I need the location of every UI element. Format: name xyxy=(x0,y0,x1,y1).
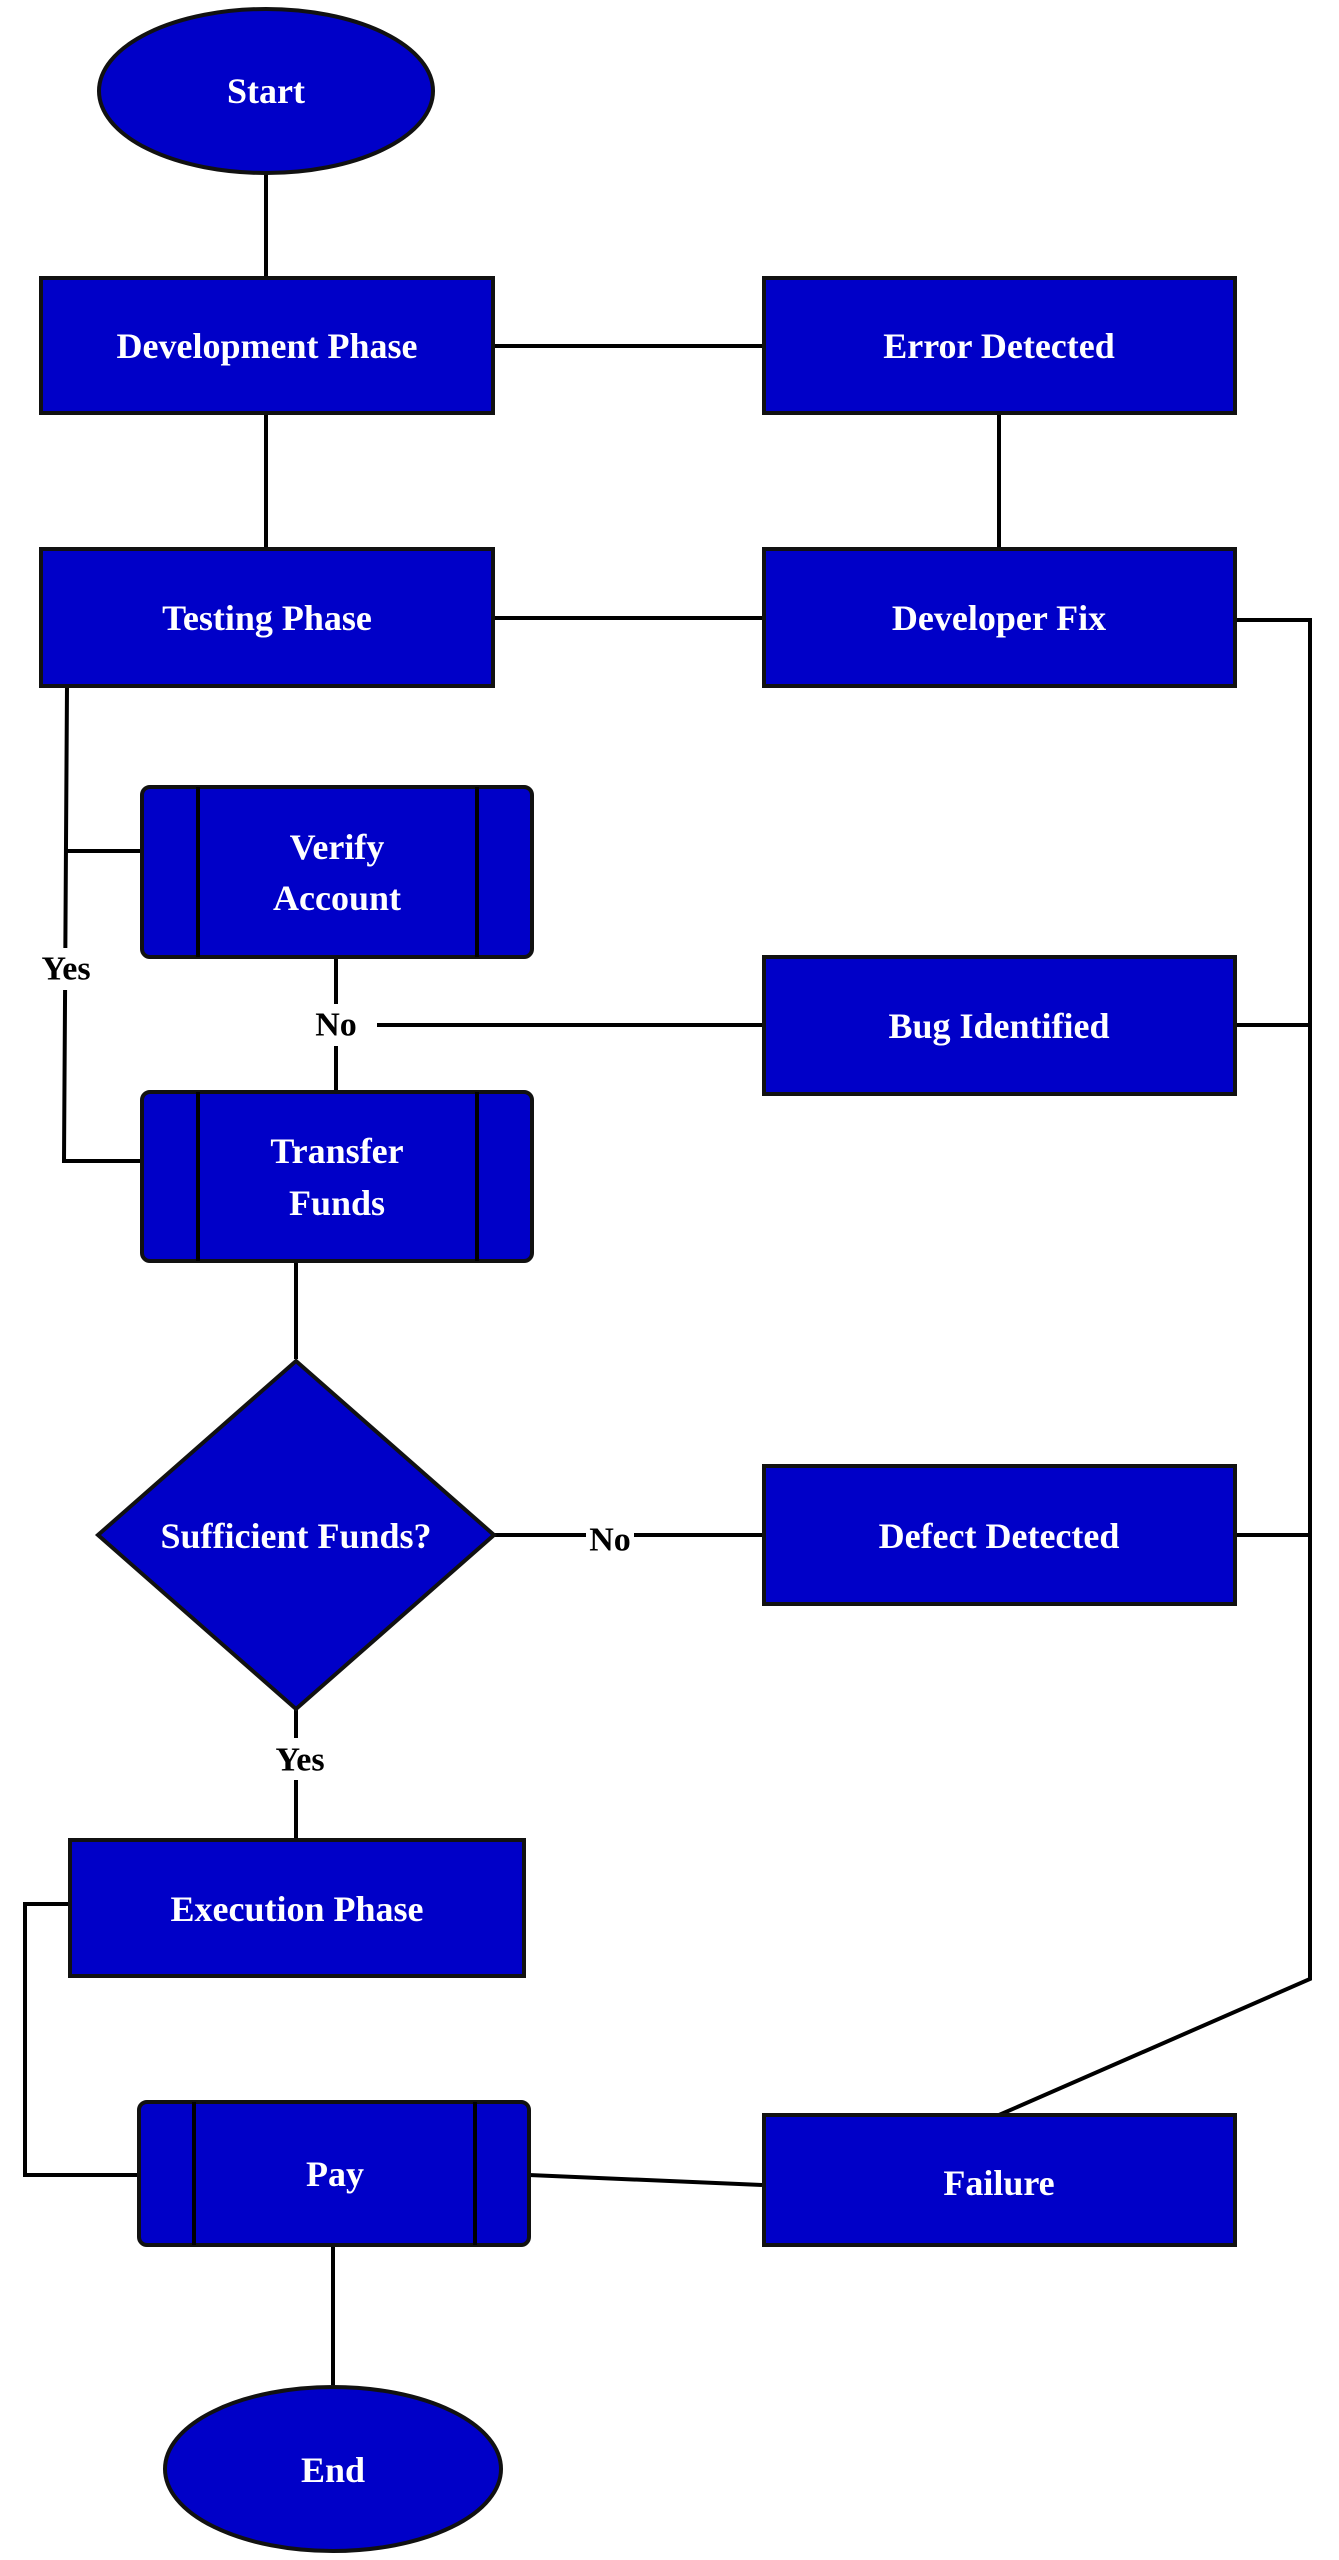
node-error-label: Error Detected xyxy=(883,326,1115,366)
edge-label-verify-no: No xyxy=(315,1007,357,1044)
node-transfer-label-1: Transfer xyxy=(270,1131,403,1171)
node-development-label: Development Phase xyxy=(117,326,418,366)
edge-pay-failure xyxy=(528,2173,763,2187)
node-bug: Bug Identified xyxy=(762,955,1237,1096)
node-transfer-label-2: Funds xyxy=(289,1183,385,1223)
edge-testing-branch xyxy=(61,685,140,1163)
node-bug-label: Bug Identified xyxy=(888,1006,1109,1046)
node-failure: Failure xyxy=(762,2113,1237,2247)
edge-label-funds-yes: Yes xyxy=(275,1742,324,1779)
node-execution: Execution Phase xyxy=(68,1838,526,1978)
node-verify: Verify Account xyxy=(140,785,534,959)
edges xyxy=(23,173,1312,2385)
flowchart: .edge{marker-end:none} Start Development… xyxy=(23,7,1312,2553)
node-failure-label: Failure xyxy=(943,2163,1054,2203)
node-testing-label: Testing Phase xyxy=(162,598,372,638)
edge-label-funds-no: No xyxy=(589,1522,631,1559)
node-end-label: End xyxy=(301,2450,365,2490)
node-error: Error Detected xyxy=(762,276,1237,415)
node-verify-label-2: Account xyxy=(273,878,401,918)
edge-failure-fix-loop xyxy=(998,618,1312,2117)
node-fix-label: Developer Fix xyxy=(892,598,1106,638)
node-testing: Testing Phase xyxy=(39,547,495,688)
node-start: Start xyxy=(97,7,435,175)
node-pay: Pay xyxy=(137,2100,531,2247)
node-defect-label: Defect Detected xyxy=(879,1516,1120,1556)
node-defect: Defect Detected xyxy=(762,1464,1237,1606)
node-sufficient-funds-label: Sufficient Funds? xyxy=(160,1516,431,1556)
node-start-label: Start xyxy=(227,71,305,111)
node-development: Development Phase xyxy=(39,276,495,415)
node-verify-label-1: Verify xyxy=(290,827,385,867)
node-transfer: Transfer Funds xyxy=(140,1090,534,1263)
node-execution-label: Execution Phase xyxy=(170,1889,423,1929)
node-pay-label: Pay xyxy=(306,2154,364,2194)
node-end: End xyxy=(163,2385,503,2553)
node-fix: Developer Fix xyxy=(762,547,1237,688)
node-sufficient-funds: Sufficient Funds? xyxy=(94,1358,498,1712)
edge-label-testing-yes: Yes xyxy=(41,951,90,988)
